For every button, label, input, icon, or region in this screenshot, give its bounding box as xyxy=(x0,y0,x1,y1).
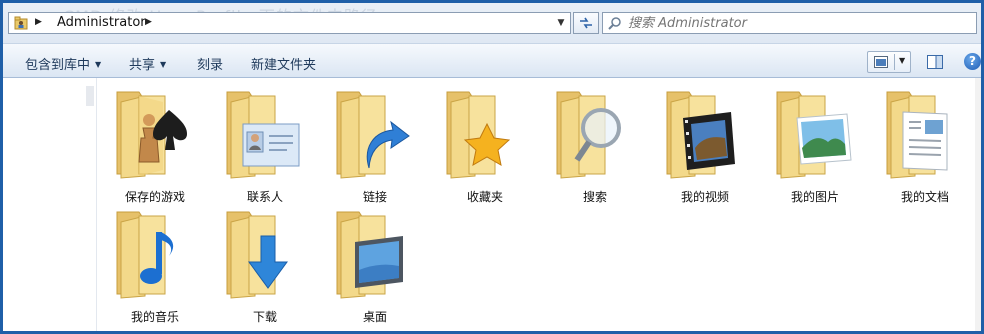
saved-games-folder-icon xyxy=(116,91,187,179)
folder-downloads[interactable]: 下载 xyxy=(211,204,319,324)
folder-documents[interactable]: 我的文档 xyxy=(871,84,979,204)
folder-music[interactable]: 我的音乐 xyxy=(101,204,209,324)
pictures-folder-icon xyxy=(776,91,852,179)
folder-label: 桌面 xyxy=(362,310,387,324)
navigation-scrollbar[interactable] xyxy=(86,86,94,106)
folder-label: 链接 xyxy=(362,190,387,204)
folder-label: 我的文档 xyxy=(900,190,949,204)
favorites-folder-icon xyxy=(446,91,511,179)
chevron-down-icon[interactable]: ▼ xyxy=(899,56,905,65)
folder-desktop[interactable]: 桌面 xyxy=(321,204,429,324)
folder-label: 我的图片 xyxy=(790,190,839,204)
folder-videos[interactable]: 我的视频 xyxy=(651,84,759,204)
address-bar: CMD 修改 User Profile 下的文件夹路径 ▶ Administra… xyxy=(3,3,981,43)
chevron-down-icon: ▼ xyxy=(95,60,102,69)
preview-pane-icon[interactable] xyxy=(927,55,943,69)
breadcrumb-administrator[interactable]: Administrator xyxy=(57,15,146,30)
view-options-icon xyxy=(874,56,888,68)
explorer-window: CMD 修改 User Profile 下的文件夹路径 ▶ Administra… xyxy=(3,3,981,331)
change-view-button[interactable]: ▼ xyxy=(867,51,911,73)
include-in-library-button[interactable]: 包含到库中 ▼ xyxy=(25,54,101,73)
folder-pictures[interactable]: 我的图片 xyxy=(761,84,869,204)
user-folder-icon xyxy=(14,16,28,30)
contacts-folder-icon xyxy=(226,91,300,179)
new-folder-button[interactable]: 新建文件夹 xyxy=(251,54,316,73)
folder-label: 下载 xyxy=(252,310,277,324)
searches-folder-icon xyxy=(556,91,621,179)
view-button-divider xyxy=(894,54,895,70)
folder-contacts[interactable]: 联系人 xyxy=(211,84,319,204)
folder-label: 我的视频 xyxy=(680,190,729,204)
folder-label: 联系人 xyxy=(246,190,283,204)
folder-searches[interactable]: 搜索 xyxy=(541,84,649,204)
music-folder-icon xyxy=(116,211,174,299)
search-box[interactable] xyxy=(602,12,977,34)
refresh-button[interactable] xyxy=(573,12,599,34)
breadcrumb-separator-icon[interactable]: ▶ xyxy=(35,17,42,27)
search-icon xyxy=(608,17,621,30)
search-input[interactable] xyxy=(628,15,958,31)
folder-label: 我的音乐 xyxy=(130,310,179,324)
address-input[interactable]: ▶ Administrator ▶ ▼ xyxy=(8,12,571,34)
desktop-folder-icon xyxy=(336,211,403,299)
downloads-folder-icon xyxy=(226,211,288,299)
command-bar: 包含到库中 ▼ 共享 ▼ 刻录 新建文件夹 ▼ ? xyxy=(3,43,981,78)
burn-button[interactable]: 刻录 xyxy=(197,54,223,73)
links-folder-icon xyxy=(336,91,410,179)
folder-links[interactable]: 链接 xyxy=(321,84,429,204)
folder-saved-games[interactable]: 保存的游戏 xyxy=(101,84,209,204)
address-dropdown-icon[interactable]: ▼ xyxy=(554,15,568,31)
videos-folder-icon xyxy=(666,91,735,179)
documents-folder-icon xyxy=(886,91,948,179)
folder-label: 收藏夹 xyxy=(466,190,503,204)
help-button[interactable]: ? xyxy=(964,53,981,70)
refresh-icon xyxy=(580,17,592,29)
folder-label: 搜索 xyxy=(582,190,607,204)
breadcrumb-separator-icon[interactable]: ▶ xyxy=(145,17,152,27)
file-list: 保存的游戏 联系人 链接 收藏夹 搜索 我的视频 我的图片 我的文档 我的音乐 … xyxy=(97,78,981,331)
navigation-pane[interactable] xyxy=(3,78,97,331)
chevron-down-icon: ▼ xyxy=(160,60,167,69)
folder-label: 保存的游戏 xyxy=(124,190,185,204)
folder-favorites[interactable]: 收藏夹 xyxy=(431,84,539,204)
share-button[interactable]: 共享 ▼ xyxy=(129,54,166,73)
